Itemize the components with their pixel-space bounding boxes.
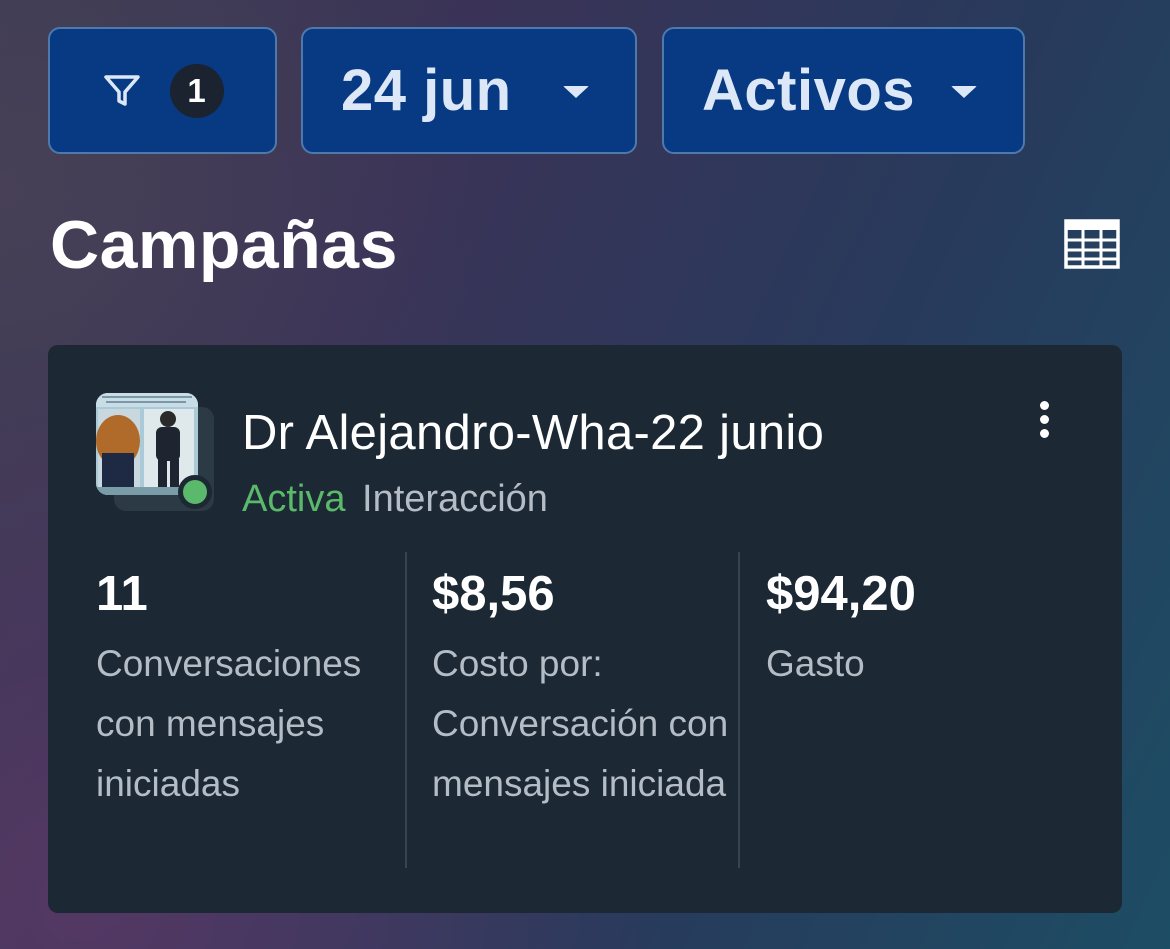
campaign-card[interactable]: Dr Alejandro-Wha-22 junio Activa Interac… <box>48 345 1122 913</box>
chevron-down-icon <box>563 86 589 98</box>
campaign-meta: Activa Interacción <box>242 478 548 521</box>
date-range-dropdown[interactable]: 24 jun <box>301 27 637 154</box>
more-vertical-icon[interactable] <box>1033 399 1057 449</box>
chevron-down-icon <box>951 86 977 98</box>
metric-cost-per-conversation: $8,56 Costo por: Conversación con mensaj… <box>405 552 739 868</box>
date-range-label: 24 jun <box>341 58 512 123</box>
table-view-icon[interactable] <box>1064 219 1120 269</box>
metric-conversations: 11 Conversaciones con mensajes iniciadas <box>96 552 404 868</box>
campaign-metrics: 11 Conversaciones con mensajes iniciadas… <box>48 552 1122 868</box>
status-filter-dropdown[interactable]: Activos <box>662 27 1025 154</box>
status-filter-label: Activos <box>702 58 916 123</box>
filter-count-badge: 1 <box>169 63 224 118</box>
metric-value: $94,20 <box>766 567 916 621</box>
filter-icon <box>102 71 142 111</box>
metric-value: $8,56 <box>432 567 555 621</box>
campaign-objective: Interacción <box>362 478 548 520</box>
campaign-thumbnail <box>96 393 216 513</box>
section-title: Campañas <box>50 207 398 283</box>
filter-bar: 1 24 jun Activos <box>48 27 1170 158</box>
campaign-name[interactable]: Dr Alejandro-Wha-22 junio <box>242 405 824 461</box>
metric-label: Costo por: Conversación con mensajes ini… <box>432 643 729 804</box>
campaign-status: Activa <box>242 478 346 520</box>
active-status-dot <box>178 475 212 509</box>
metric-label: Gasto <box>766 643 865 684</box>
metric-spend: $94,20 Gasto <box>738 552 1072 868</box>
filter-button[interactable]: 1 <box>48 27 277 154</box>
metric-label: Conversaciones con mensajes iniciadas <box>96 643 362 804</box>
metric-value: 11 <box>96 567 148 621</box>
